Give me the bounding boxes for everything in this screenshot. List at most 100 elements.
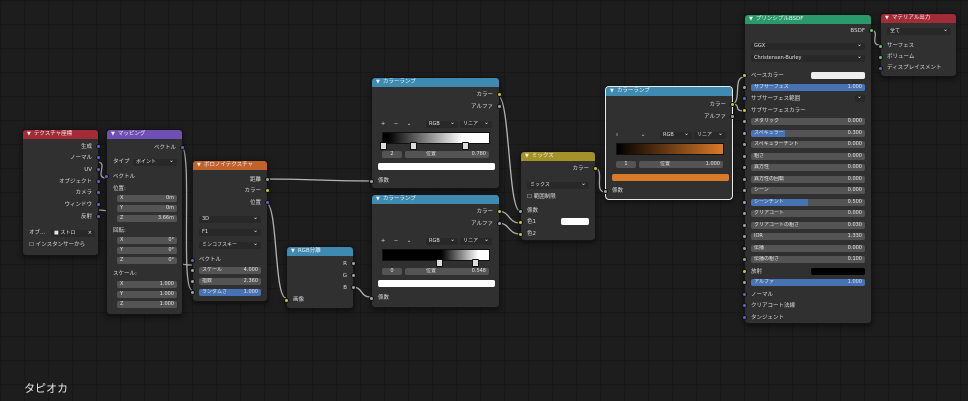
color1-swatch[interactable] bbox=[561, 218, 589, 225]
rotation-x-field[interactable]: X 0° bbox=[117, 237, 177, 244]
add-stop-button[interactable]: + bbox=[378, 121, 388, 128]
stop-position-field[interactable]: 位置 0.780 bbox=[405, 151, 489, 158]
mix-rgb-node[interactable]: ▼ミックス カラー ミックス ☐ 範囲制限 係数 色1 色2 bbox=[518, 151, 598, 241]
collapse-arrow-icon[interactable]: ▼ bbox=[111, 131, 115, 137]
generated-socket[interactable] bbox=[96, 144, 101, 149]
color-ramp-node-1[interactable]: ▼カラーランプ カラー アルファ + − ⌄ RGB リニア 2 位置0.780… bbox=[369, 77, 502, 189]
ramp-stop-active[interactable] bbox=[462, 142, 469, 150]
bsdf-input-socket[interactable] bbox=[742, 119, 747, 124]
color-ramp-header[interactable]: ▼ カラーランプ bbox=[372, 195, 499, 204]
mapping-header[interactable]: ▼ マッピング bbox=[107, 130, 182, 139]
alpha-out-socket[interactable] bbox=[497, 104, 502, 109]
mapping-node[interactable]: ▼マッピング ベクトル タイプ ポイント ベクトル 位置: X0m Y0m Z3… bbox=[104, 129, 185, 315]
scale-field[interactable]: スケール 4.000 bbox=[199, 267, 261, 274]
scale-z-field[interactable]: Z 1.000 bbox=[117, 301, 177, 308]
color-out-socket[interactable] bbox=[730, 102, 735, 107]
location-z-field[interactable]: Z 3.66m bbox=[117, 215, 177, 222]
alpha-out-socket[interactable] bbox=[497, 221, 502, 226]
bsdf-input-socket[interactable] bbox=[742, 188, 747, 193]
bsdf-input-field[interactable]: 異方性 0.000 bbox=[751, 164, 865, 171]
bsdf-color-swatch[interactable] bbox=[811, 268, 865, 275]
bsdf-input-socket[interactable] bbox=[742, 223, 747, 228]
g-socket[interactable] bbox=[351, 273, 356, 278]
scale-socket[interactable] bbox=[190, 268, 195, 273]
bsdf-input-field[interactable]: 異方性の回転 0.000 bbox=[751, 176, 865, 183]
checkbox-icon[interactable]: ☐ bbox=[29, 242, 34, 248]
metric-dropdown[interactable]: ミンコフスキー bbox=[199, 242, 261, 249]
bsdf-input-field[interactable]: IOR 1.330 bbox=[751, 233, 865, 240]
normal-socket[interactable] bbox=[96, 155, 101, 160]
principled-bsdf-node[interactable]: ▼プリンシプルBSDF BSDF GGX Christensen-Burley … bbox=[742, 14, 874, 324]
close-icon[interactable]: × bbox=[88, 230, 92, 237]
distance-socket[interactable] bbox=[265, 177, 270, 182]
bsdf-input-socket[interactable] bbox=[742, 280, 747, 285]
bsdf-input-socket[interactable] bbox=[742, 142, 747, 147]
color-mode-dropdown[interactable]: RGB bbox=[426, 238, 458, 245]
collapse-arrow-icon[interactable]: ▼ bbox=[376, 196, 380, 202]
rotation-y-field[interactable]: Y 0° bbox=[117, 247, 177, 254]
color-out-socket[interactable] bbox=[593, 166, 598, 171]
ramp-stop-active[interactable] bbox=[436, 259, 443, 267]
scale-y-field[interactable]: Y 1.000 bbox=[117, 291, 177, 298]
ramp-menu-button[interactable]: ı bbox=[612, 132, 622, 139]
dimensions-dropdown[interactable]: 3D bbox=[199, 216, 261, 223]
stop-color-swatch[interactable] bbox=[378, 163, 495, 170]
color-mode-dropdown[interactable]: RGB bbox=[660, 132, 692, 139]
node-link[interactable] bbox=[265, 178, 372, 182]
remove-stop-button[interactable]: − bbox=[391, 121, 401, 128]
ramp-stop[interactable] bbox=[472, 259, 479, 267]
material-output-header[interactable]: ▼ マテリアル出力 bbox=[881, 14, 956, 23]
color-out-socket[interactable] bbox=[497, 92, 502, 97]
bsdf-input-socket[interactable] bbox=[742, 234, 747, 239]
r-socket[interactable] bbox=[351, 261, 356, 266]
blend-mode-dropdown[interactable]: ミックス bbox=[527, 182, 589, 189]
randomness-socket[interactable] bbox=[190, 290, 195, 295]
color-mode-dropdown[interactable]: RGB bbox=[426, 121, 458, 128]
stop-color-swatch[interactable] bbox=[612, 174, 729, 181]
bsdf-input-socket[interactable] bbox=[742, 200, 747, 205]
collapse-arrow-icon[interactable]: ▼ bbox=[610, 88, 614, 94]
collapse-arrow-icon[interactable]: ▼ bbox=[27, 131, 31, 137]
node-link[interactable] bbox=[497, 95, 521, 212]
bsdf-input-socket[interactable] bbox=[742, 165, 747, 170]
window-socket[interactable] bbox=[96, 202, 101, 207]
vector-out-socket[interactable] bbox=[180, 145, 185, 150]
stop-index-field[interactable]: 1 bbox=[616, 161, 636, 168]
remove-stop-button[interactable]: − bbox=[391, 238, 401, 245]
node-link[interactable] bbox=[265, 202, 287, 299]
bsdf-input-field[interactable]: クリアコートの粗さ 0.030 bbox=[751, 222, 865, 229]
color-ramp-header[interactable]: ▼ カラーランプ bbox=[372, 78, 499, 87]
scale-x-field[interactable]: X 1.000 bbox=[117, 281, 177, 288]
randomness-field[interactable]: ランダムさ 1.000 bbox=[199, 289, 261, 296]
collapse-arrow-icon[interactable]: ▼ bbox=[376, 79, 380, 85]
interpolation-dropdown[interactable]: リニア bbox=[460, 238, 492, 245]
stop-index-field[interactable]: 2 bbox=[382, 151, 402, 158]
texture-coordinate-node[interactable]: ▼ テクスチャ座標 生成 ノーマル UV オブジェクト カメラ ウィンドウ 反射 … bbox=[22, 129, 101, 256]
interpolation-dropdown[interactable]: リニア bbox=[460, 121, 492, 128]
bsdf-input-socket[interactable] bbox=[742, 131, 747, 136]
uv-socket[interactable] bbox=[96, 167, 101, 172]
camera-socket[interactable] bbox=[96, 190, 101, 195]
bsdf-input-field[interactable]: アルファ 1.000 bbox=[751, 279, 865, 286]
target-dropdown[interactable]: 全て bbox=[887, 28, 951, 35]
subsurface-radius-dropdown[interactable] bbox=[855, 95, 865, 102]
bsdf-input-field[interactable]: シーンチント 0.500 bbox=[751, 199, 865, 206]
stop-color-swatch[interactable] bbox=[378, 280, 495, 287]
bsdf-out-socket[interactable] bbox=[869, 28, 874, 33]
voronoi-texture-node[interactable]: ▼ボロノイテクスチャ 距離 カラー 位置 3D F1 ミンコフスキー ベクトル … bbox=[190, 160, 270, 302]
color-ramp-bar[interactable] bbox=[616, 143, 724, 155]
location-x-field[interactable]: X 0m bbox=[117, 195, 177, 202]
bsdf-input-field[interactable]: シーン 0.000 bbox=[751, 187, 865, 194]
bsdf-input-socket[interactable] bbox=[742, 154, 747, 159]
collapse-arrow-icon[interactable]: ▼ bbox=[197, 162, 201, 168]
ramp-stop[interactable] bbox=[380, 142, 387, 150]
position-socket[interactable] bbox=[265, 200, 270, 205]
collapse-arrow-icon[interactable]: ▼ bbox=[885, 15, 889, 21]
ramp-stop[interactable] bbox=[410, 142, 417, 150]
stop-index-field[interactable]: 0 bbox=[382, 268, 402, 275]
bsdf-input-field[interactable]: メタリック 0.000 bbox=[751, 118, 865, 125]
add-stop-button[interactable]: + bbox=[378, 238, 388, 245]
bsdf-input-field[interactable]: サブサーフェス 1.000 bbox=[751, 84, 865, 91]
bsdf-input-socket[interactable] bbox=[742, 211, 747, 216]
ramp-menu-button[interactable]: ⌄ bbox=[404, 238, 414, 245]
